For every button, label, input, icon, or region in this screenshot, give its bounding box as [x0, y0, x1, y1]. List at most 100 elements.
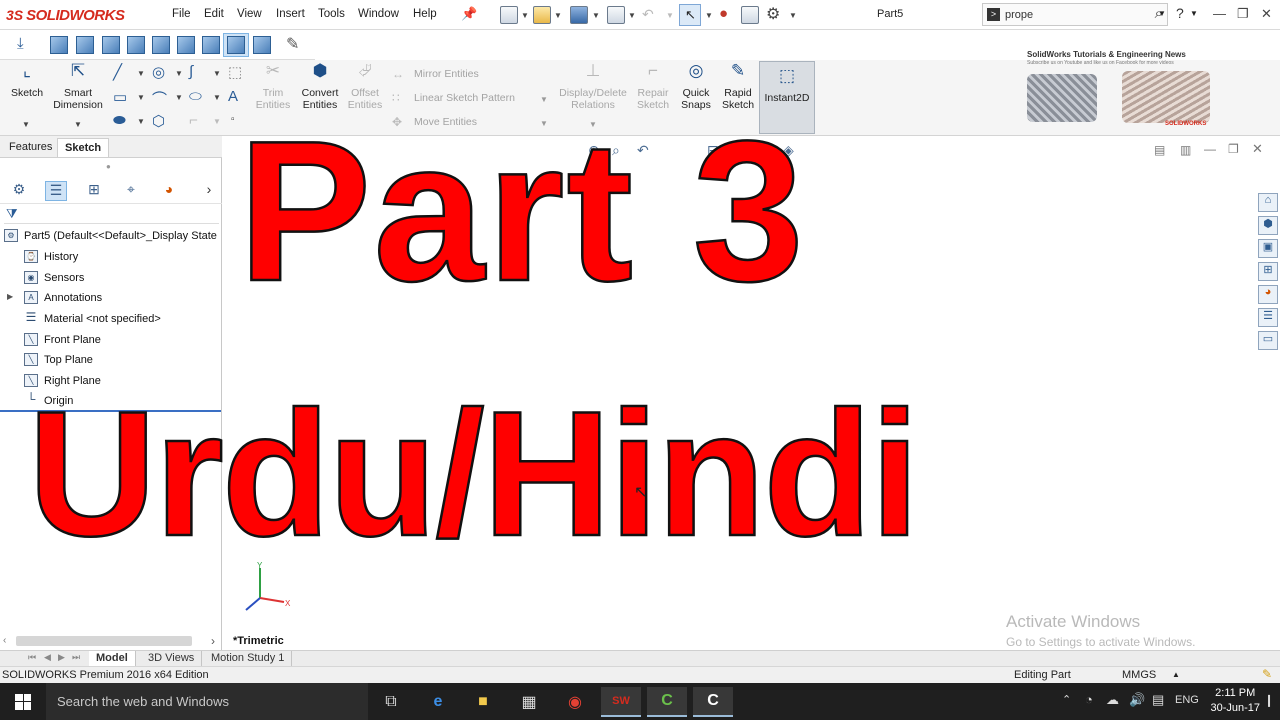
menu-insert[interactable]: Insert — [276, 8, 305, 20]
quick-tips-icon[interactable]: ✎ — [1262, 667, 1272, 681]
tab-features[interactable]: Features — [2, 138, 59, 157]
custom-properties-icon[interactable]: ☰ — [1258, 308, 1278, 327]
polygon-icon[interactable]: ⬡ — [152, 112, 165, 130]
store-icon[interactable]: ▦ — [509, 687, 549, 717]
chevron-down-icon[interactable]: ▼ — [213, 69, 221, 78]
chevron-up-icon[interactable]: ▲ — [1172, 670, 1180, 679]
horizontal-scrollbar[interactable] — [16, 636, 192, 646]
chevron-down-icon[interactable]: ▼ — [592, 11, 600, 20]
tab-model[interactable]: Model — [89, 651, 136, 666]
onedrive-icon[interactable]: ☁ — [1106, 692, 1119, 708]
minimize-icon[interactable]: — — [1213, 6, 1226, 21]
first-tab-icon[interactable]: ⏮ — [28, 652, 36, 663]
forum-icon[interactable]: ▭ — [1258, 331, 1278, 350]
search-commands-input[interactable]: > prope ⌕ — [982, 3, 1168, 26]
network-icon[interactable]: ◔ — [1085, 692, 1093, 707]
point-icon[interactable]: ▫ — [231, 114, 235, 125]
rectangle-icon[interactable]: ▭ — [113, 88, 127, 106]
sketch-pencil-icon[interactable]: ✎ — [286, 34, 299, 54]
sketch-button[interactable]: ⌞ Sketch — [6, 62, 48, 99]
left-view-icon[interactable] — [102, 36, 120, 54]
tree-item-history[interactable]: ⌚ History — [24, 250, 78, 263]
back-view-icon[interactable] — [76, 36, 94, 54]
new-document-icon[interactable] — [500, 6, 518, 24]
save-icon[interactable] — [570, 6, 588, 24]
slot-icon[interactable]: ⬬ — [113, 112, 126, 129]
next-tab-icon[interactable]: ▶ — [58, 652, 65, 663]
input-language[interactable]: ENG — [1175, 694, 1199, 706]
tree-item-material[interactable]: ☰ Material <not specified> — [24, 311, 161, 325]
start-button[interactable] — [0, 683, 46, 720]
chevron-down-icon[interactable]: ▼ — [137, 117, 145, 126]
print-icon[interactable] — [607, 6, 625, 24]
options-gear-icon[interactable]: ⚙ — [766, 4, 780, 24]
chevron-down-icon[interactable]: ▼ — [137, 69, 145, 78]
chevron-down-icon[interactable]: ▼ — [175, 93, 183, 102]
file-explorer-taskbar-icon[interactable]: ■ — [463, 687, 503, 717]
select-arrow-icon[interactable]: ↖ — [679, 4, 701, 26]
property-manager-icon[interactable]: ☰ — [45, 181, 67, 201]
last-tab-icon[interactable]: ⏭ — [72, 652, 80, 663]
isometric-view-icon[interactable] — [202, 36, 220, 54]
chevron-right-icon[interactable]: › — [202, 181, 216, 201]
file-properties-icon[interactable] — [741, 6, 759, 24]
bottom-view-icon[interactable] — [177, 36, 195, 54]
chevron-down-icon[interactable]: ▼ — [521, 11, 529, 20]
fillet-icon[interactable]: ⌐ — [189, 112, 198, 129]
camtasia-recorder-icon[interactable]: C — [693, 687, 733, 717]
chevron-down-icon[interactable]: ▼ — [175, 69, 183, 78]
mirror-entities-button[interactable]: Mirror Entities — [414, 68, 479, 80]
action-center-icon[interactable]: ❙ — [1264, 693, 1274, 707]
tree-root-part[interactable]: ⚙ Part5 (Default<<Default>_Display State — [4, 229, 217, 242]
viewport-minimize-icon[interactable]: — — [1204, 142, 1216, 156]
feature-manager-icon[interactable]: ⚙ — [8, 181, 30, 201]
open-folder-icon[interactable] — [533, 6, 551, 24]
chevron-down-icon[interactable]: ▼ — [137, 93, 145, 102]
rebuild-traffic-light-icon[interactable]: ● — [719, 5, 728, 22]
chrome-icon[interactable]: ◉ — [555, 687, 595, 717]
smart-dimension-button[interactable]: ⇱ Smart Dimension — [50, 62, 106, 111]
taskbar-search-input[interactable]: Search the web and Windows — [46, 683, 368, 720]
tab-sketch[interactable]: Sketch — [57, 138, 110, 157]
chevron-down-icon[interactable]: ▼ — [1190, 9, 1198, 18]
display-manager-icon[interactable]: ◕ — [158, 181, 180, 201]
menu-window[interactable]: Window — [358, 8, 399, 20]
chevron-down-icon[interactable]: ▼ — [789, 11, 797, 20]
unit-system-selector[interactable]: MMGS — [1122, 669, 1156, 681]
chevron-down-icon[interactable]: ▼ — [1158, 9, 1166, 18]
help-icon[interactable]: ? — [1176, 5, 1184, 21]
dimxpert-manager-icon[interactable]: ⌖ — [120, 181, 142, 201]
chevron-down-icon[interactable]: ▼ — [628, 11, 636, 20]
task-view-icon[interactable]: ⧉ — [371, 687, 411, 717]
right-view-icon[interactable] — [127, 36, 145, 54]
chevron-up-icon[interactable]: ⌃ — [1062, 693, 1071, 706]
tab-motion-study[interactable]: Motion Study 1 — [204, 651, 293, 666]
taskbar-clock[interactable]: 2:11 PM 30-Jun-17 — [1210, 686, 1260, 716]
text-icon[interactable]: A — [228, 88, 238, 105]
chevron-down-icon[interactable]: ▼ — [74, 120, 82, 129]
chevron-down-icon[interactable]: ▼ — [213, 93, 221, 102]
chevron-down-icon[interactable]: ▼ — [666, 11, 674, 20]
configuration-manager-icon[interactable]: ⊞ — [83, 181, 105, 201]
solidworks-taskbar-icon[interactable]: SW — [601, 687, 641, 717]
tree-filter-input[interactable]: ⧩ — [4, 206, 219, 224]
line-icon[interactable]: ╱ — [113, 63, 122, 81]
tree-item-sensors[interactable]: ◉ Sensors — [24, 271, 84, 284]
undo-icon[interactable]: ↶ — [642, 6, 654, 23]
viewport-close-icon[interactable]: ✕ — [1252, 141, 1263, 157]
appearances-icon[interactable]: ◕ — [1258, 285, 1278, 304]
tree-item-front-plane[interactable]: ╲ Front Plane — [24, 333, 101, 346]
menu-tools[interactable]: Tools — [318, 8, 345, 20]
spline-icon[interactable]: ∫ — [189, 63, 193, 80]
chevron-down-icon[interactable]: ▼ — [22, 120, 30, 129]
expand-arrow-icon[interactable]: ▶ — [7, 292, 13, 301]
camtasia-icon[interactable]: C — [647, 687, 687, 717]
file-explorer-icon[interactable]: ▣ — [1258, 239, 1278, 258]
tutorial-banner[interactable]: SolidWorks Tutorials & Engineering News … — [1022, 49, 1218, 133]
design-library-icon[interactable]: ⬢ — [1258, 216, 1278, 235]
menu-file[interactable]: File — [172, 8, 191, 20]
close-icon[interactable]: ✕ — [1261, 6, 1272, 22]
menu-view[interactable]: View — [237, 8, 262, 20]
tree-item-top-plane[interactable]: ╲ Top Plane — [24, 353, 93, 366]
normal-to-icon[interactable]: ⤓ — [17, 35, 24, 52]
